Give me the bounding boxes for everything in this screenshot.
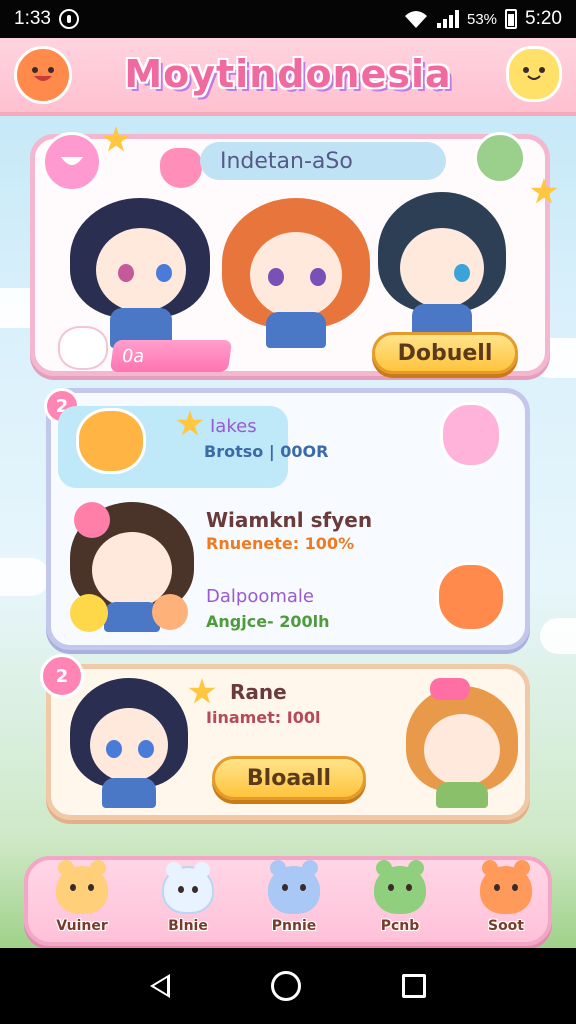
home-icon[interactable] [270,971,301,1001]
event-title: Rane [230,680,287,704]
back-icon[interactable] [150,974,171,998]
nav-item-soot[interactable]: Soot [466,860,546,944]
event-subtitle: Iinamet: I00l [206,708,321,727]
quest-1-subtitle: Brotso | 00OR [204,442,329,461]
green-bear-icon [474,132,526,184]
characters-header: Indetan-aSo [200,142,446,180]
nav-item-pcnb[interactable]: Pcnb [360,860,440,944]
nav-item-vuiner[interactable]: Vuiner [42,860,122,944]
chibi-girl-orange[interactable] [222,188,370,348]
status-left: 1:33 [14,8,79,30]
chibi-boy-teal[interactable] [378,188,506,338]
white-pet-icon [58,326,108,370]
battery-percent: 53% [466,10,498,28]
fox-icon [56,860,108,914]
nav-item-blnie[interactable]: Blnie [148,862,228,944]
orange-bear-icon [436,562,506,632]
blue-bear-icon [268,860,320,914]
signal-icon [436,10,459,28]
yellow-chick-icon [70,594,108,632]
quest-2-title[interactable]: Wiamknl sfyen [206,508,372,532]
title-banner: Moytindonesia [0,38,576,116]
chibi-girl-bow[interactable] [406,678,518,808]
peach-pet-icon [152,594,188,630]
pink-bunny-icon [440,402,502,468]
bottom-nav: Vuiner Blnie Pnnie Pcnb Soot [24,856,552,946]
bloaall-button[interactable]: Bloaall [212,756,366,800]
quest-2-subtitle: Rnuenete: 100% [206,534,355,553]
battery-icon [505,9,518,29]
bunny-icon [162,862,214,914]
app-title: Moytindonesia [124,52,452,96]
pink-label-chip: 0a [109,340,233,372]
quest-3-subtitle: Angjce- 200lh [206,612,330,631]
heart-icon [160,148,202,188]
status-time-right: 5:20 [525,8,562,29]
system-nav-bar [0,948,576,1024]
dobuell-button[interactable]: Dobuell [372,332,518,374]
pink-bubble-icon [42,132,102,192]
notification-icon [58,9,79,29]
recents-icon[interactable] [401,974,426,998]
yellow-mascot-icon[interactable] [506,46,562,102]
quest-1-title[interactable]: Iakes [210,416,257,437]
chibi-girl-navy[interactable] [70,198,210,348]
quest-3-title[interactable]: Dalpoomale [206,586,314,607]
wifi-icon [404,11,427,28]
fox-pet-icon [76,408,146,474]
status-right: 53% 5:20 [403,8,562,30]
game-screen: Moytindonesia Indetan-aSo 0a Dobuell 2 I… [0,38,576,948]
nav-item-pnnie[interactable]: Pnnie [254,860,334,944]
chibi-girl-ponytail[interactable] [70,678,188,808]
orange-fox-icon [480,860,532,914]
flower-icon [74,502,110,538]
green-bear-icon [374,860,426,914]
status-time-left: 1:33 [14,8,51,29]
status-bar: 1:33 53% 5:20 [0,0,576,38]
